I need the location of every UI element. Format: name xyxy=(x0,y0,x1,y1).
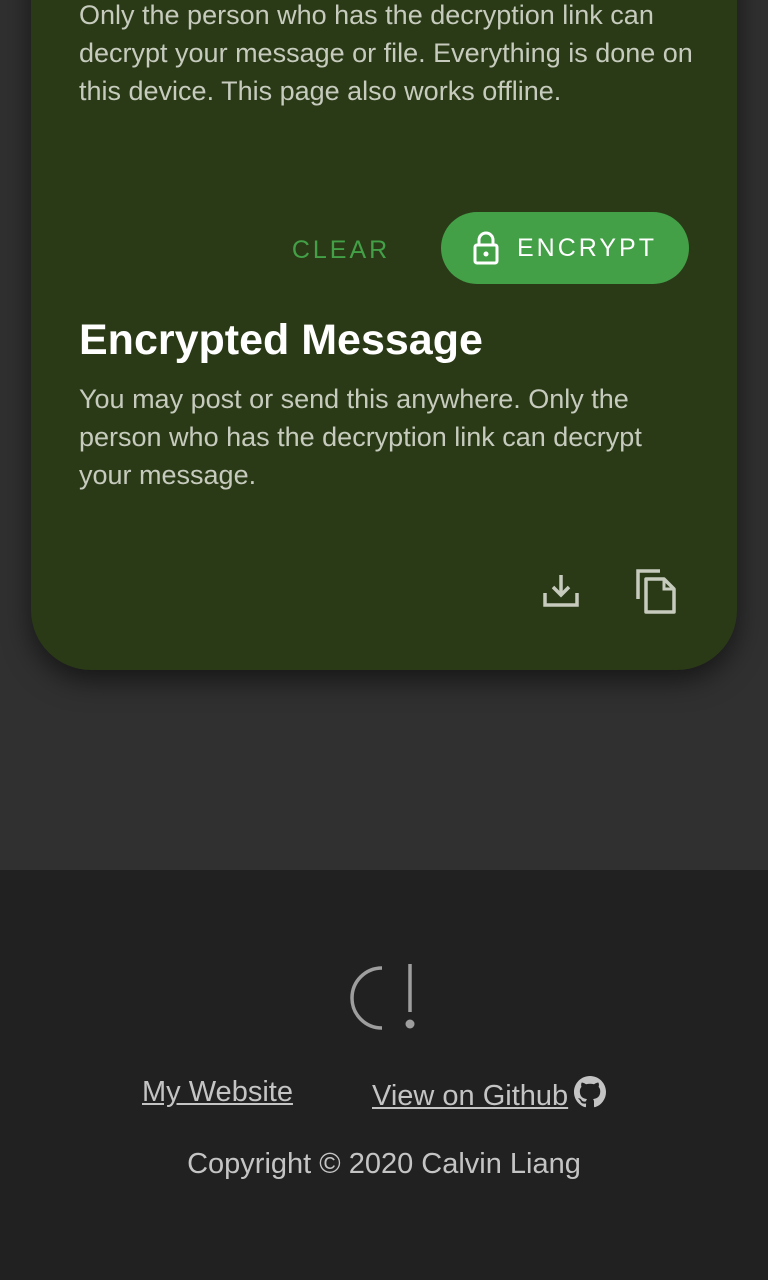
encrypt-button-label: ENCRYPT xyxy=(516,233,657,262)
clear-button[interactable]: CLEAR xyxy=(273,214,409,286)
encrypted-message-title: Encrypted Message xyxy=(79,316,483,364)
github-link-label: View on Github xyxy=(372,1079,569,1112)
logo-icon xyxy=(344,964,424,1041)
encrypted-message-description: You may post or send this anywhere. Only… xyxy=(79,384,642,490)
intro-text: Only the person who has the decryption l… xyxy=(79,0,693,106)
page: Only the person who has the decryption l… xyxy=(0,0,768,1280)
my-website-link[interactable]: My Website xyxy=(142,1076,293,1109)
lock-icon xyxy=(473,231,499,265)
footer: My Website View on Github Copyright © 20… xyxy=(0,870,768,1280)
github-icon xyxy=(574,1076,607,1116)
encrypt-card: Only the person who has the decryption l… xyxy=(31,0,737,670)
copyright-text: Copyright © 2020 Calvin Liang xyxy=(187,1148,581,1180)
encrypt-button[interactable]: ENCRYPT xyxy=(441,212,689,284)
copy-button[interactable] xyxy=(628,564,684,620)
download-button[interactable] xyxy=(533,564,589,620)
download-icon xyxy=(541,571,581,614)
github-link[interactable]: View on Github xyxy=(372,1076,607,1116)
copy-icon xyxy=(634,567,678,618)
